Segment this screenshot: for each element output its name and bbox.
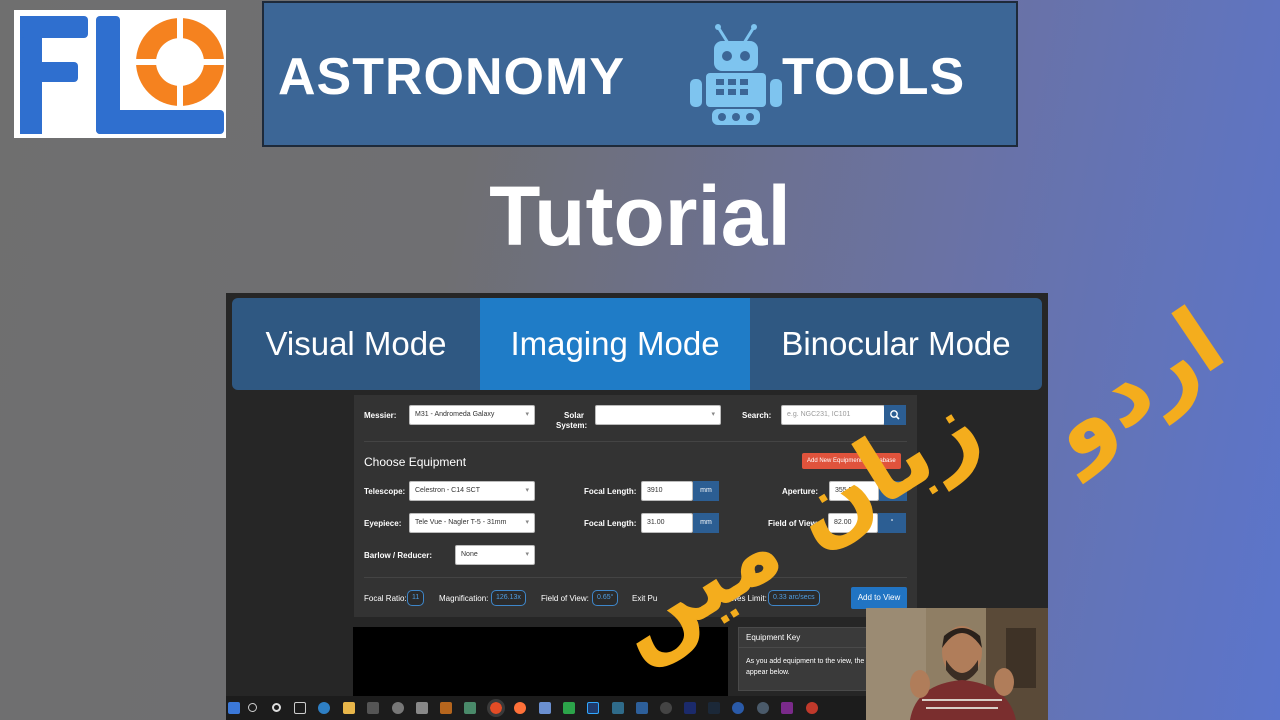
webcam-overlay	[866, 608, 1048, 720]
search-label: Search:	[742, 411, 772, 420]
focal-ratio-label: Focal Ratio:	[364, 594, 407, 603]
equipment-key-text: As you add equipment to the view, the ap…	[746, 656, 886, 678]
telescope-focal-unit: mm	[693, 481, 719, 501]
telescope-focal-label: Focal Length:	[584, 487, 637, 496]
chevron-down-icon: ▾	[711, 411, 715, 418]
telescope-label: Telescope:	[364, 487, 406, 496]
mode-tab-bar: Visual Mode Imaging Mode Binocular Mode	[232, 298, 1042, 390]
magnification-value: 126.13x	[491, 590, 526, 606]
messier-label: Messier:	[364, 411, 397, 420]
windows-start-icon[interactable]	[228, 702, 240, 714]
app-icon[interactable]	[612, 702, 624, 714]
app-icon[interactable]	[539, 702, 551, 714]
app-icon[interactable]	[416, 702, 428, 714]
astronomy-tools-banner: ASTRONOMY TOOLS	[262, 1, 1018, 147]
task-view-icon[interactable]	[294, 702, 306, 714]
eyepiece-select[interactable]: Tele Vue - Nagler T-5 - 31mm ▾	[409, 513, 535, 533]
barlow-select[interactable]: None ▾	[455, 545, 535, 565]
telescope-focal-input[interactable]: 3910	[641, 481, 693, 501]
browser-icon[interactable]	[318, 702, 330, 714]
brand-word-tools: TOOLS	[782, 48, 966, 106]
chrome-icon[interactable]	[487, 699, 505, 717]
solar-label: Solar	[564, 411, 585, 420]
add-to-view-button[interactable]: Add to View	[851, 587, 907, 609]
app-icon[interactable]	[781, 702, 793, 714]
equipment-key-line: As you add equipment to the view, the	[746, 658, 865, 665]
app-icon[interactable]	[392, 702, 404, 714]
chevron-down-icon: ▾	[525, 411, 529, 418]
robot-logo-icon	[688, 23, 784, 132]
eyepiece-focal-label: Focal Length:	[584, 519, 637, 528]
app-icon[interactable]	[806, 702, 818, 714]
app-icon[interactable]	[660, 702, 672, 714]
tab-imaging-mode[interactable]: Imaging Mode	[480, 298, 750, 390]
search-icon[interactable]	[248, 703, 257, 712]
photoshop-icon[interactable]	[587, 702, 599, 714]
tab-binocular-mode[interactable]: Binocular Mode	[750, 298, 1042, 390]
app-icon[interactable]	[732, 702, 744, 714]
urdu-overlay-line1: اردو	[1025, 287, 1243, 482]
chevron-down-icon: ▾	[525, 487, 529, 494]
app-icon[interactable]	[464, 702, 476, 714]
equipment-key-line: appear below.	[746, 669, 790, 676]
steam-icon[interactable]	[708, 702, 720, 714]
cortana-icon[interactable]	[272, 703, 281, 712]
taskbar	[226, 696, 866, 720]
focal-ratio-value: 11	[407, 590, 425, 606]
choose-equipment-heading: Choose Equipment	[364, 455, 467, 469]
app-icon[interactable]	[563, 702, 575, 714]
eyepiece-label: Eyepiece:	[364, 519, 402, 528]
messier-select[interactable]: M31 - Andromeda Galaxy ▾	[409, 405, 535, 425]
tab-visual-mode[interactable]: Visual Mode	[232, 298, 480, 390]
telescope-select[interactable]: Celestron - C14 SCT ▾	[409, 481, 535, 501]
folder-icon[interactable]	[343, 702, 355, 714]
chevron-down-icon: ▾	[525, 551, 529, 558]
app-icon[interactable]	[757, 702, 769, 714]
magnification-label: Magnification:	[439, 594, 489, 603]
page-title: Tutorial	[489, 169, 791, 263]
brand-word-astronomy: ASTRONOMY	[278, 48, 625, 106]
solar-label-2: System:	[556, 421, 588, 430]
barlow-label: Barlow / Reducer:	[364, 551, 433, 560]
app-icon[interactable]	[440, 702, 452, 714]
fov-result-label: Field of View:	[541, 594, 589, 603]
solar-system-select[interactable]: ▾	[595, 405, 721, 425]
equipment-key-heading: Equipment Key	[739, 628, 887, 648]
firefox-icon[interactable]	[514, 702, 526, 714]
app-icon[interactable]	[367, 702, 379, 714]
app-icon[interactable]	[636, 702, 648, 714]
app-icon[interactable]	[684, 702, 696, 714]
flo-logo	[14, 10, 226, 138]
chevron-down-icon: ▾	[525, 519, 529, 526]
